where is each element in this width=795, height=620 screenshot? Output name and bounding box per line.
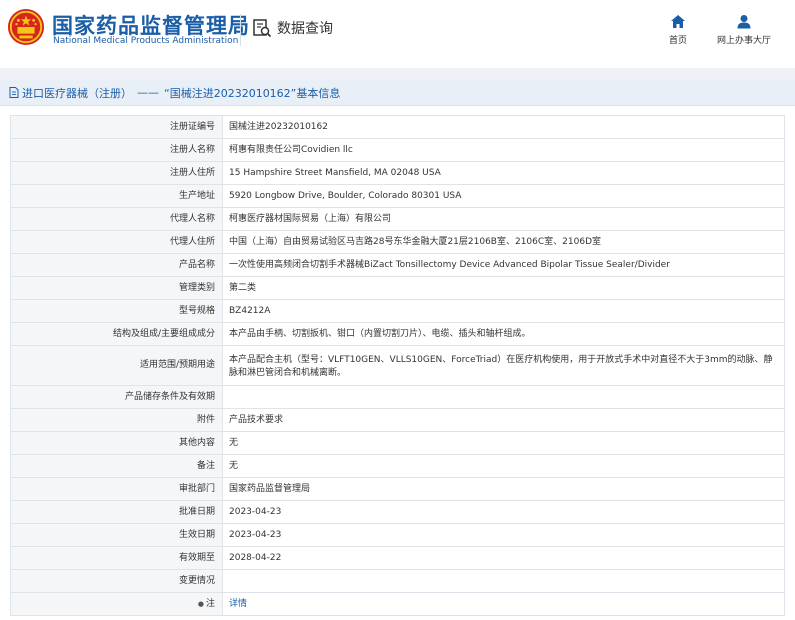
field-label: 产品储存条件及有效期 bbox=[10, 385, 223, 409]
field-value: 中国（上海）自由贸易试验区马吉路28号东华金融大厦21层2106B室、2106C… bbox=[222, 230, 785, 254]
table-row: 有效期至 2028-04-22 bbox=[10, 546, 785, 570]
pin-icon: ● bbox=[197, 599, 204, 608]
field-value: 柯惠医疗器材国际贸易（上海）有限公司 bbox=[222, 207, 785, 231]
header-spacer bbox=[0, 68, 795, 80]
field-label: 附件 bbox=[10, 408, 223, 432]
table-row: 适用范围/预期用途 本产品配合主机（型号：VLFT10GEN、VLLS10GEN、… bbox=[10, 345, 785, 386]
table-row: 审批部门 国家药品监督管理局 bbox=[10, 477, 785, 501]
field-value: 无 bbox=[222, 454, 785, 478]
table-row: 产品名称 一次性使用高频闭合切割手术器械BiZact Tonsillectomy … bbox=[10, 253, 785, 277]
table-row: 管理类别 第二类 bbox=[10, 276, 785, 300]
field-label: 注册人住所 bbox=[10, 161, 223, 185]
table-row: 注册人名称 柯惠有限责任公司Covidien llc bbox=[10, 138, 785, 162]
field-value: 本产品配合主机（型号：VLFT10GEN、VLLS10GEN、ForceTria… bbox=[222, 345, 785, 386]
header-divider bbox=[240, 14, 241, 46]
field-label: 审批部门 bbox=[10, 477, 223, 501]
data-query-label: 数据查询 bbox=[277, 21, 333, 37]
nav-home-label: 首页 bbox=[668, 36, 687, 46]
field-label: 适用范围/预期用途 bbox=[10, 345, 223, 386]
field-value: 第二类 bbox=[222, 276, 785, 300]
field-label: 产品名称 bbox=[10, 253, 223, 277]
field-value: 一次性使用高频闭合切割手术器械BiZact Tonsillectomy Devi… bbox=[222, 253, 785, 277]
nav-hall-label: 网上办事大厅 bbox=[716, 36, 771, 46]
data-query-icon bbox=[253, 19, 272, 38]
field-label: 注册人名称 bbox=[10, 138, 223, 162]
brand-name-en[interactable]: National Medical Products Administration bbox=[53, 36, 238, 46]
field-value: 2028-04-22 bbox=[222, 546, 785, 570]
table-row: 备注无 bbox=[10, 454, 785, 478]
table-row: 注册人住所 15 Hampshire Street Mansfield, MA 0… bbox=[10, 161, 785, 185]
table-row: 批准日期 2023-04-23 bbox=[10, 500, 785, 524]
field-value: BZ4212A bbox=[222, 299, 785, 323]
field-label: 型号规格 bbox=[10, 299, 223, 323]
title-separator: —— bbox=[137, 86, 159, 99]
field-label: 变更情况 bbox=[10, 569, 223, 593]
nav-online-service-hall[interactable]: 网上办事大厅 bbox=[710, 14, 778, 46]
data-query-link[interactable]: 数据查询 bbox=[252, 18, 333, 38]
note-label-cell: ● 注 bbox=[10, 592, 223, 616]
field-value: 柯惠有限责任公司Covidien llc bbox=[222, 138, 785, 162]
field-value: 产品技术要求 bbox=[222, 408, 785, 432]
field-label: 结构及组成/主要组成成分 bbox=[10, 322, 223, 346]
field-value: 15 Hampshire Street Mansfield, MA 02048 … bbox=[222, 161, 785, 185]
field-value bbox=[222, 385, 785, 409]
field-value: 国械注进20232010162 bbox=[222, 115, 785, 139]
note-label: 注 bbox=[205, 598, 215, 609]
field-value bbox=[222, 569, 785, 593]
field-label: 其他内容 bbox=[10, 431, 223, 455]
field-value: 5920 Longbow Drive, Boulder, Colorado 80… bbox=[222, 184, 785, 208]
table-row: 其他内容无 bbox=[10, 431, 785, 455]
field-value: 无 bbox=[222, 431, 785, 455]
table-row: 生效日期 2023-04-23 bbox=[10, 523, 785, 547]
table-row-note: ● 注详情 bbox=[10, 592, 785, 616]
record-category[interactable]: 进口医疗器械（注册） bbox=[22, 85, 132, 101]
field-label: 批准日期 bbox=[10, 500, 223, 524]
record-title-bar: 进口医疗器械（注册） —— “国械注进20232010162”基本信息 bbox=[0, 80, 795, 106]
table-row: 代理人名称 柯惠医疗器材国际贸易（上海）有限公司 bbox=[10, 207, 785, 231]
table-row: 结构及组成/主要组成成分 本产品由手柄、切割扳机、钳口（内置切割刀片）、电缆、插头… bbox=[10, 322, 785, 346]
table-row: 注册证编号 国械注进20232010162 bbox=[10, 115, 785, 139]
table-row: 型号规格 BZ4212A bbox=[10, 299, 785, 323]
field-label: 管理类别 bbox=[10, 276, 223, 300]
field-value: 国家药品监督管理局 bbox=[222, 477, 785, 501]
home-icon bbox=[671, 15, 685, 28]
field-label: 代理人住所 bbox=[10, 230, 223, 254]
field-value: 2023-04-23 bbox=[222, 500, 785, 524]
table-row: 产品储存条件及有效期 bbox=[10, 385, 785, 409]
user-icon bbox=[737, 15, 751, 29]
table-row: 附件 产品技术要求 bbox=[10, 408, 785, 432]
field-label: 备注 bbox=[10, 454, 223, 478]
record-title: “国械注进20232010162”基本信息 bbox=[164, 86, 341, 100]
field-label: 生产地址 bbox=[10, 184, 223, 208]
details-link[interactable]: 详情 bbox=[229, 599, 247, 609]
registration-info-table: 注册证编号 国械注进20232010162 注册人名称 柯惠有限责任公司Covidie… bbox=[10, 115, 785, 616]
nav-home[interactable]: 首页 bbox=[660, 14, 696, 46]
field-label: 注册证编号 bbox=[10, 115, 223, 139]
site-header: 国家药品监督管理局 National Medical Products Admi… bbox=[0, 0, 795, 68]
table-row: 变更情况 bbox=[10, 569, 785, 593]
field-value: 本产品由手柄、切割扳机、钳口（内置切割刀片）、电缆、插头和轴杆组成。 bbox=[222, 322, 785, 346]
national-emblem-icon bbox=[7, 8, 45, 46]
field-label: 代理人名称 bbox=[10, 207, 223, 231]
note-value-cell: 详情 bbox=[222, 592, 785, 616]
field-value: 2023-04-23 bbox=[222, 523, 785, 547]
table-row: 代理人住所 中国（上海）自由贸易试验区马吉路28号东华金融大厦21层2106B室、… bbox=[10, 230, 785, 254]
field-label: 有效期至 bbox=[10, 546, 223, 570]
table-row: 生产地址 5920 Longbow Drive, Boulder, Colorad… bbox=[10, 184, 785, 208]
field-label: 生效日期 bbox=[10, 523, 223, 547]
document-icon bbox=[9, 87, 19, 98]
